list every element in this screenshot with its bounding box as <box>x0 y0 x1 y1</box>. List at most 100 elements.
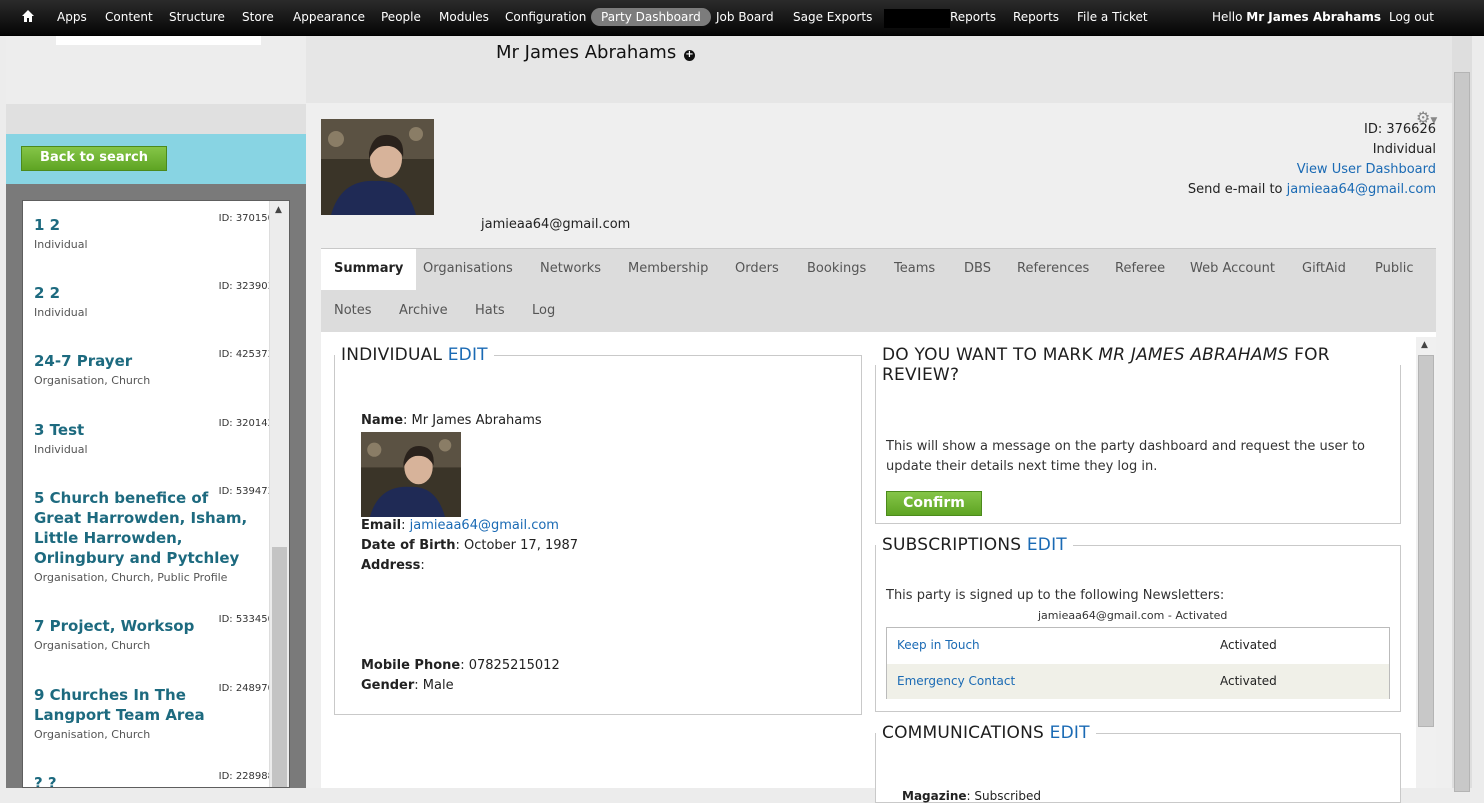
list-item-id: ID: 228988 <box>218 771 274 782</box>
tab-public[interactable]: Public <box>1375 261 1413 276</box>
party-id: ID: 376626 <box>1364 122 1436 137</box>
list-item-id: ID: 425373 <box>218 349 274 360</box>
list-item-name[interactable]: 5 Church benefice of Great Harrowden, Is… <box>34 488 260 568</box>
list-item-type: Organisation, Church <box>34 374 151 387</box>
dob-row: Date of Birth: October 17, 1987 <box>361 538 579 553</box>
home-icon[interactable] <box>21 9 41 27</box>
logout-link[interactable]: Log out <box>1389 10 1434 24</box>
subscriptions-legend: Subscriptions Edit <box>882 535 1067 555</box>
send-email-link[interactable]: jamieaa64@gmail.com <box>1287 182 1436 197</box>
page-scrollbar-thumb[interactable] <box>1454 72 1470 792</box>
menu-structure[interactable]: Structure <box>169 10 225 24</box>
plus-icon[interactable]: + <box>684 50 695 61</box>
name-row: Name: Mr James Abrahams <box>361 413 542 428</box>
individual-legend: Individual Edit <box>341 345 488 365</box>
list-item[interactable]: 2 2 Individual ID: 323903 <box>34 281 274 319</box>
party-kind: Individual <box>1372 142 1436 157</box>
tab-summary[interactable]: Summary <box>321 249 417 290</box>
menu-people[interactable]: People <box>381 10 421 24</box>
list-item[interactable]: 3 Test Individual ID: 320142 <box>34 418 274 456</box>
scroll-up-icon[interactable]: ▲ <box>1421 340 1428 350</box>
tab-hats[interactable]: Hats <box>475 303 505 318</box>
profile-photo <box>321 119 434 215</box>
party-tabs: Summary Organisations Networks Membershi… <box>321 248 1436 332</box>
scroll-up-icon[interactable]: ▲ <box>275 205 282 215</box>
list-item[interactable]: 24-7 Prayer Organisation, Church ID: 425… <box>34 349 274 387</box>
content-scrollbar[interactable]: ▲ <box>1416 337 1436 788</box>
menu-file-ticket[interactable]: File a Ticket <box>1077 10 1148 24</box>
individual-edit-link[interactable]: Edit <box>448 345 488 365</box>
confirm-button[interactable]: Confirm <box>886 491 982 516</box>
menu-reports-1[interactable]: Reports <box>950 10 996 24</box>
subscriptions-edit-link[interactable]: Edit <box>1027 535 1067 555</box>
mobile-row: Mobile Phone: 07825215012 <box>361 658 560 673</box>
tab-networks[interactable]: Networks <box>540 261 601 276</box>
list-item[interactable]: ? ? ID: 228988 <box>34 771 274 787</box>
subscriptions-table: Keep in Touch Activated Emergency Contac… <box>886 627 1390 699</box>
view-user-dashboard-link[interactable]: View User Dashboard <box>1297 162 1436 177</box>
list-item-type: Individual <box>34 238 88 251</box>
tab-membership[interactable]: Membership <box>628 261 708 276</box>
page-scrollbar[interactable] <box>1452 36 1472 792</box>
content-scrollbar-thumb[interactable] <box>1418 355 1434 727</box>
menu-reports-2[interactable]: Reports <box>1013 10 1059 24</box>
subscription-email-status: jamieaa64@gmail.com - Activated <box>1038 609 1228 622</box>
tab-references[interactable]: References <box>1017 261 1089 276</box>
menu-configuration[interactable]: Configuration <box>505 10 586 24</box>
list-item-id: ID: 320142 <box>218 418 274 429</box>
menu-modules[interactable]: Modules <box>439 10 489 24</box>
tab-organisations[interactable]: Organisations <box>423 261 513 276</box>
party-title: Mr James Abrahams <box>496 42 677 63</box>
list-item[interactable]: 5 Church benefice of Great Harrowden, Is… <box>34 486 274 584</box>
list-item-type: Individual <box>34 443 88 456</box>
individual-photo <box>361 432 461 517</box>
logo-area <box>56 36 261 45</box>
menu-appearance[interactable]: Appearance <box>293 10 365 24</box>
search-results-list: 1 2 Individual ID: 370150 2 2 Individual… <box>22 200 290 788</box>
list-item-id: ID: 248970 <box>218 683 274 694</box>
list-item-id: ID: 370150 <box>218 213 274 224</box>
menu-apps[interactable]: Apps <box>57 10 87 24</box>
table-row: Emergency Contact Activated <box>887 664 1389 699</box>
review-description: This will show a message on the party da… <box>886 439 1366 474</box>
list-item-id: ID: 539473 <box>218 486 274 497</box>
review-panel: Do you want to mark Mr James Abrahams fo… <box>875 345 1401 524</box>
tab-referee[interactable]: Referee <box>1115 261 1165 276</box>
subscriptions-description: This party is signed up to the following… <box>886 588 1225 603</box>
menu-content[interactable]: Content <box>105 10 153 24</box>
party-info: ID: 376626 Individual View User Dashboar… <box>1188 120 1436 200</box>
list-item-type: Organisation, Church <box>34 639 151 652</box>
tab-orders[interactable]: Orders <box>735 261 779 276</box>
list-item-type: Organisation, Church, Public Profile <box>34 571 228 584</box>
individual-panel: Individual Edit Name: Mr James Abrahams … <box>334 345 862 715</box>
tab-archive[interactable]: Archive <box>399 303 448 318</box>
address-row: Address: <box>361 558 425 573</box>
list-item-id: ID: 323903 <box>218 281 274 292</box>
list-item-type: Individual <box>34 306 88 319</box>
table-row: Keep in Touch Activated <box>887 628 1389 663</box>
list-item[interactable]: 1 2 Individual ID: 370150 <box>34 213 274 251</box>
communications-edit-link[interactable]: Edit <box>1050 723 1090 743</box>
tab-notes[interactable]: Notes <box>334 303 372 318</box>
menu-party-dashboard[interactable]: Party Dashboard <box>591 8 711 26</box>
menu-store[interactable]: Store <box>242 10 274 24</box>
tab-teams[interactable]: Teams <box>894 261 935 276</box>
individual-email-link[interactable]: jamieaa64@gmail.com <box>410 518 559 533</box>
tab-web-account[interactable]: Web Account <box>1190 261 1275 276</box>
review-legend: Do you want to mark Mr James Abrahams fo… <box>882 345 1330 385</box>
tab-dbs[interactable]: DBS <box>964 261 991 276</box>
tab-bookings[interactable]: Bookings <box>807 261 866 276</box>
menu-job-board[interactable]: Job Board <box>716 10 774 24</box>
menu-sage-exports[interactable]: Sage Exports <box>793 10 872 24</box>
list-scrollbar-thumb[interactable] <box>272 547 287 787</box>
gender-row: Gender: Male <box>361 678 454 693</box>
tab-log[interactable]: Log <box>532 303 555 318</box>
back-to-search-button[interactable]: Back to search <box>21 146 167 171</box>
newsletter-status: Activated <box>1220 638 1277 652</box>
newsletter-link[interactable]: Emergency Contact <box>897 664 1015 699</box>
list-item[interactable]: 9 Churches In The Langport Team Area Org… <box>34 683 274 741</box>
list-item[interactable]: 7 Project, Worksop Organisation, Church … <box>34 614 274 652</box>
list-scrollbar[interactable]: ▲ <box>269 201 289 787</box>
newsletter-link[interactable]: Keep in Touch <box>897 628 980 663</box>
tab-giftaid[interactable]: GiftAid <box>1302 261 1346 276</box>
